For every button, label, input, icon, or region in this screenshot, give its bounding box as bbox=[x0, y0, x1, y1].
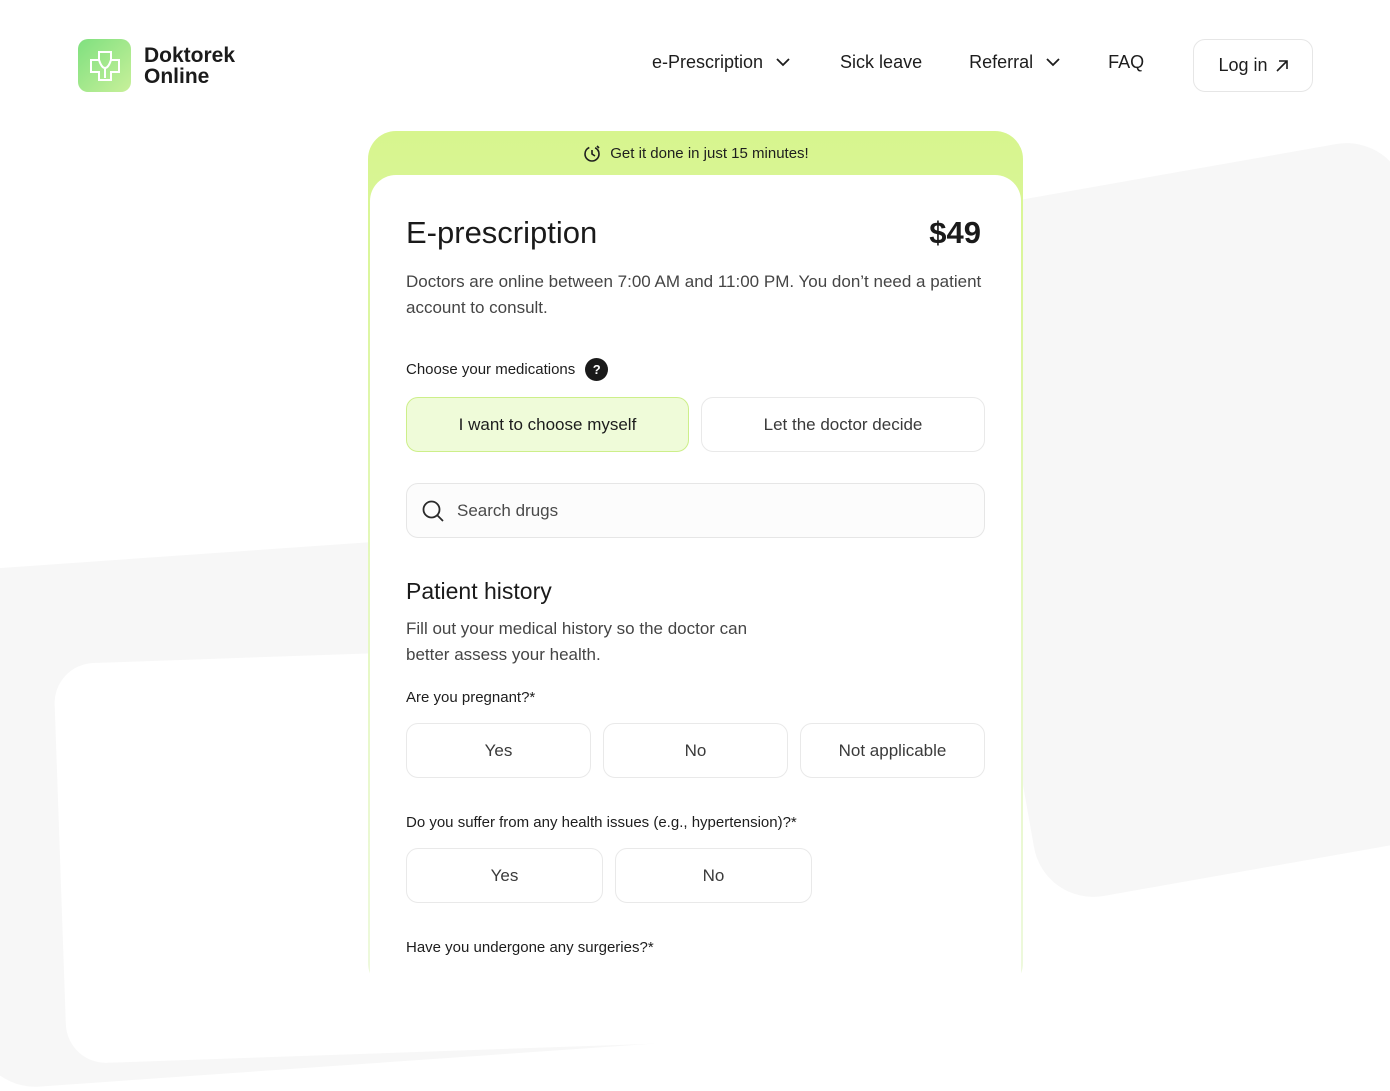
question-label: Do you suffer from any health issues (e.… bbox=[406, 814, 797, 831]
nav-item-label: Sick leave bbox=[840, 52, 923, 72]
login-label: Log in bbox=[1218, 55, 1268, 75]
logo-text: Doktorek Online bbox=[144, 45, 235, 87]
pregnant-yes-button[interactable]: Yes bbox=[406, 723, 591, 778]
nav-item-faq[interactable]: FAQ bbox=[1108, 52, 1144, 73]
question-label: Are you pregnant?* bbox=[406, 689, 536, 706]
login-button[interactable]: Log in bbox=[1193, 39, 1313, 92]
brand-name-line2: Online bbox=[144, 64, 210, 88]
medications-label-row: Choose your medications ? bbox=[406, 358, 609, 381]
card-title: E-prescription bbox=[406, 215, 598, 250]
site-header: Doktorek Online e-Prescription Sick leav… bbox=[0, 0, 1390, 130]
brand-name-line1: Doktorek bbox=[144, 43, 236, 67]
nav-item-label: FAQ bbox=[1108, 52, 1145, 72]
chevron-down-icon bbox=[776, 58, 790, 67]
section-description: Fill out your medical history so the doc… bbox=[406, 619, 748, 664]
main-nav: e-Prescription Sick leave Referral FAQ bbox=[652, 52, 1144, 73]
health-issues-yes-button[interactable]: Yes bbox=[406, 848, 603, 903]
banner-text: Get it done in just 15 minutes! bbox=[610, 144, 809, 162]
arrow-up-right-icon bbox=[1275, 59, 1288, 72]
question-label: Have you undergone any surgeries?* bbox=[406, 939, 654, 956]
card-description: Doctors are online between 7:00 AM and 1… bbox=[406, 272, 982, 317]
logo-cross-icon bbox=[78, 39, 131, 92]
prescription-card: E-prescription $49 Doctors are online be… bbox=[370, 175, 1021, 1005]
promo-banner: Get it done in just 15 minutes! bbox=[368, 142, 1023, 164]
option-label: Yes bbox=[484, 740, 513, 760]
pregnant-not-applicable-button[interactable]: Not applicable bbox=[800, 723, 985, 778]
option-label: Not applicable bbox=[838, 740, 947, 760]
search-drugs-field[interactable] bbox=[406, 483, 985, 538]
chevron-down-icon bbox=[1046, 58, 1060, 67]
medications-label: Choose your medications bbox=[406, 361, 576, 378]
health-issues-no-button[interactable]: No bbox=[615, 848, 812, 903]
pregnant-no-button[interactable]: No bbox=[603, 723, 788, 778]
prescription-card-frame: Get it done in just 15 minutes! E-prescr… bbox=[368, 131, 1023, 1005]
option-label: No bbox=[702, 865, 725, 885]
section-title: Patient history bbox=[406, 578, 552, 604]
logo[interactable]: Doktorek Online bbox=[78, 39, 235, 92]
nav-item-label: e-Prescription bbox=[652, 52, 764, 72]
option-label: No bbox=[684, 740, 707, 760]
choose-myself-button[interactable]: I want to choose myself bbox=[406, 397, 689, 452]
help-icon[interactable]: ? bbox=[585, 358, 609, 381]
nav-item-referral[interactable]: Referral bbox=[969, 52, 1060, 73]
option-label: Yes bbox=[490, 865, 519, 885]
option-label: I want to choose myself bbox=[458, 414, 637, 434]
timer-icon bbox=[582, 143, 602, 163]
search-input[interactable] bbox=[457, 500, 957, 521]
search-icon bbox=[421, 499, 445, 523]
option-label: Let the doctor decide bbox=[763, 414, 923, 434]
price: $49 bbox=[929, 215, 981, 250]
doctor-decide-button[interactable]: Let the doctor decide bbox=[701, 397, 985, 452]
nav-item-label: Referral bbox=[969, 52, 1034, 72]
nav-item-e-prescription[interactable]: e-Prescription bbox=[652, 52, 790, 73]
nav-item-sick-leave[interactable]: Sick leave bbox=[840, 52, 922, 73]
